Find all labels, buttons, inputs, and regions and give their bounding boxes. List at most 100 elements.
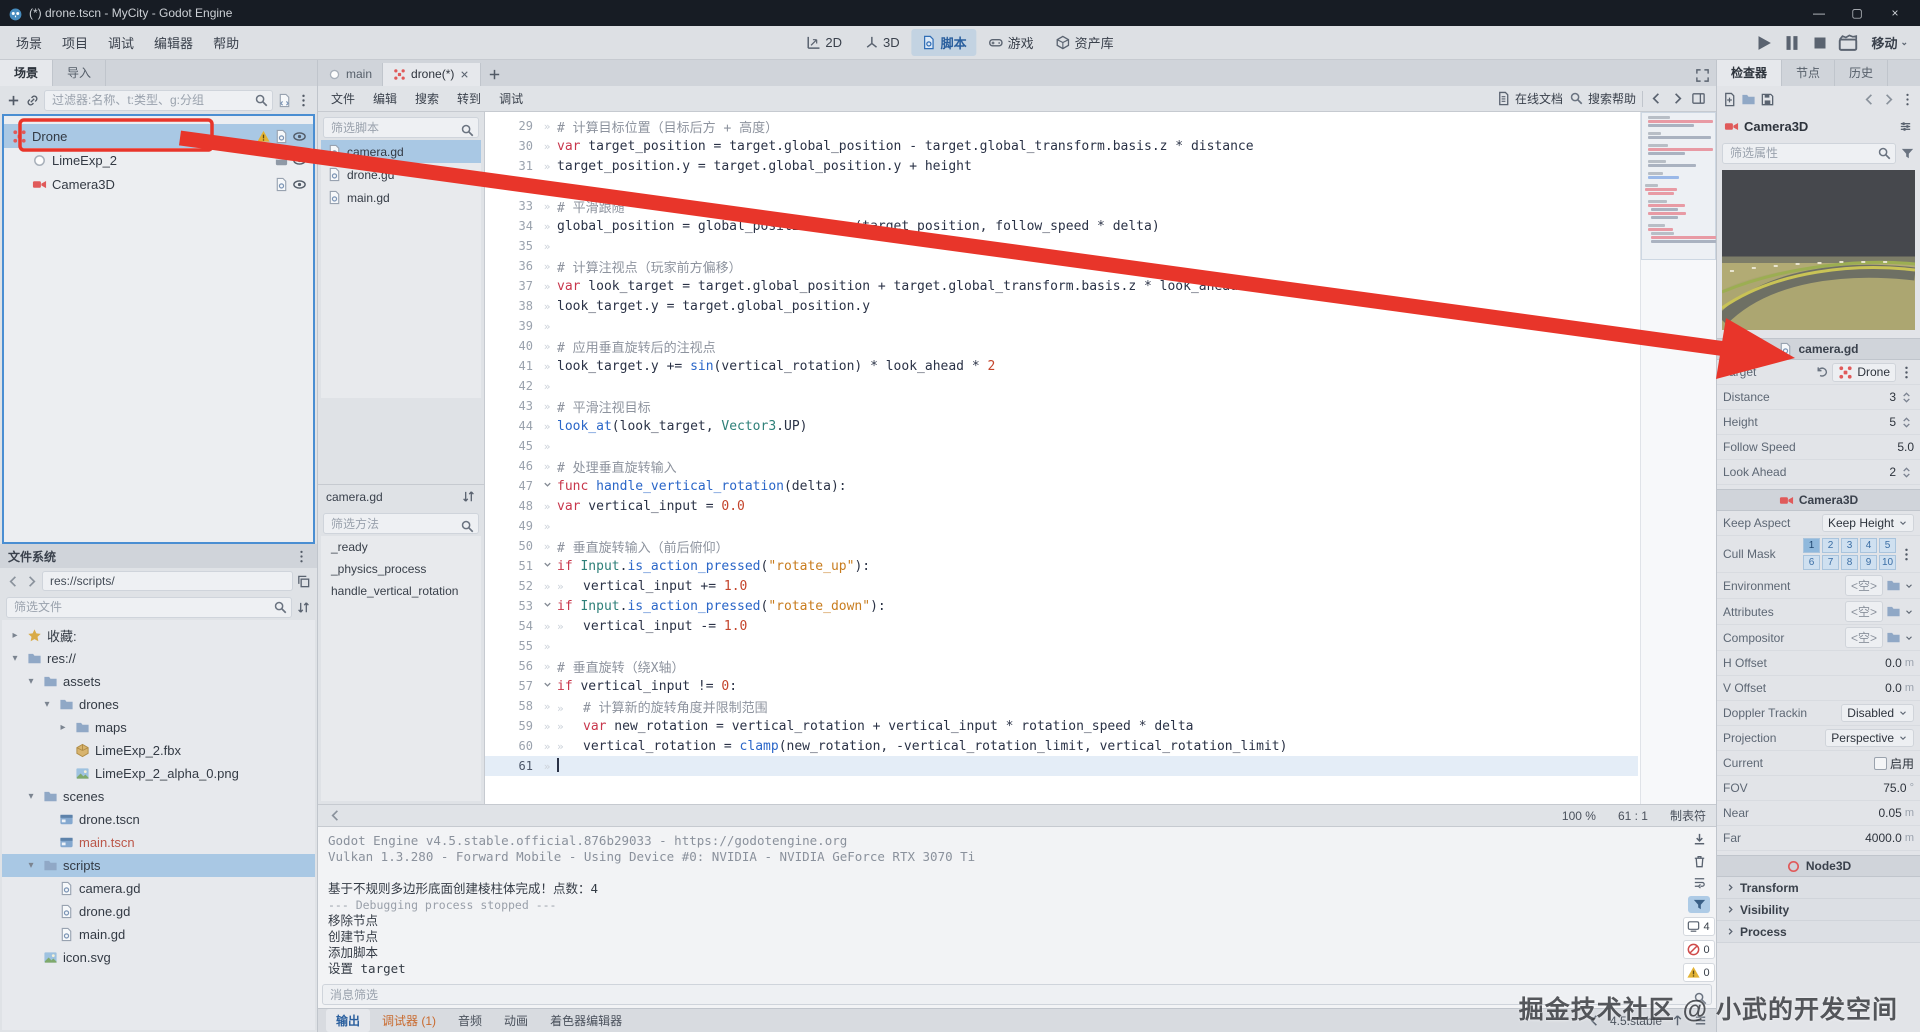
code-line-30[interactable]: 30 » var target_position = target.global…: [485, 136, 1638, 156]
code-line-58[interactable]: 58 » » # 计算新的旋转角度并限制范围: [485, 696, 1638, 716]
dock-tab-inspector[interactable]: 检查器: [1717, 60, 1783, 86]
search-help-button[interactable]: 搜索帮助: [1569, 90, 1636, 107]
instance-icon[interactable]: [274, 153, 289, 168]
script-forward-icon[interactable]: [1670, 91, 1685, 106]
maximize-button[interactable]: ▢: [1840, 3, 1874, 23]
mask-layer-3[interactable]: 3: [1841, 538, 1858, 553]
workspace-script[interactable]: 脚本: [911, 29, 977, 56]
save-resource-icon[interactable]: [1760, 92, 1775, 107]
mask-layer-4[interactable]: 4: [1860, 538, 1877, 553]
script-item-camera-gd[interactable]: camera.gd: [321, 140, 481, 163]
sort-files-icon[interactable]: [296, 600, 311, 615]
value-field[interactable]: 0.0: [1885, 656, 1902, 670]
script-icon[interactable]: [274, 177, 289, 192]
version-label[interactable]: 4.5.stable: [1610, 1014, 1662, 1028]
camera3d-section-header[interactable]: Camera3D: [1717, 489, 1920, 511]
dropdown-field[interactable]: Keep Height: [1821, 514, 1914, 532]
script-menu-goto[interactable]: 转到: [448, 87, 490, 110]
warning-count-badge[interactable]: 0: [1683, 963, 1715, 982]
mask-layer-6[interactable]: 6: [1803, 555, 1820, 570]
filter-properties-input[interactable]: [1722, 142, 1896, 164]
fs-item-drones[interactable]: ▾ drones: [2, 693, 315, 716]
filesystem-filter-input[interactable]: [6, 596, 292, 618]
expand-bottom-panel-icon[interactable]: [1670, 1013, 1685, 1028]
close-button[interactable]: ×: [1878, 3, 1912, 23]
filter-methods-input[interactable]: [323, 513, 479, 534]
value-field[interactable]: 5.0: [1897, 440, 1914, 454]
fs-item-icon-svg[interactable]: icon.svg: [2, 946, 315, 969]
code-line-29[interactable]: 29 » # 计算目标位置（目标后方 + 高度）: [485, 116, 1638, 136]
chevron-down-icon[interactable]: [1904, 633, 1914, 643]
renderer-dropdown[interactable]: 移动 ⌄: [1865, 30, 1914, 55]
workspace-assetlib[interactable]: 资产库: [1046, 29, 1124, 56]
fold-arrow-icon[interactable]: ▾: [24, 860, 38, 871]
script-item-drone-gd[interactable]: drone.gd: [321, 163, 481, 186]
menu-project[interactable]: 项目: [52, 29, 98, 56]
node-tools-icon[interactable]: [1898, 119, 1913, 134]
scene-node-camera3d[interactable]: Camera3D: [4, 172, 313, 196]
fold-arrow-icon[interactable]: ▾: [40, 699, 54, 710]
fs-item-limeexp-2-alpha-0-png[interactable]: LimeExp_2_alpha_0.png: [2, 762, 315, 785]
fold-arrow-icon[interactable]: [542, 559, 553, 570]
code-line-54[interactable]: 54 » » vertical_input -= 1.0: [485, 616, 1638, 636]
clear-output-icon[interactable]: [1688, 853, 1710, 871]
code-line-37[interactable]: 37 » var look_target = target.global_pos…: [485, 276, 1638, 296]
dots-icon[interactable]: [1899, 365, 1914, 380]
mask-layer-7[interactable]: 7: [1822, 555, 1839, 570]
fold-arrow-icon[interactable]: [542, 679, 553, 690]
value-field[interactable]: 2: [1889, 465, 1896, 479]
fs-item-收藏[interactable]: ▸ 收藏:: [2, 624, 315, 647]
new-scene-tab-icon[interactable]: [487, 67, 502, 82]
scene-filter-input[interactable]: [44, 89, 273, 111]
menu-help[interactable]: 帮助: [203, 29, 249, 56]
method-item-ready[interactable]: _ready: [321, 536, 481, 558]
code-line-57[interactable]: 57 if vertical_input != 0:: [485, 676, 1638, 696]
close-tab-icon[interactable]: [459, 69, 470, 80]
filter-messages-icon[interactable]: [1688, 895, 1710, 913]
collapse-panel-icon[interactable]: [1587, 1013, 1602, 1028]
code-line-43[interactable]: 43 » # 平滑注视目标: [485, 396, 1638, 416]
dropdown-field[interactable]: Disabled: [1841, 704, 1914, 722]
code-line-47[interactable]: 47 func handle_vertical_rotation(delta):: [485, 476, 1638, 496]
fs-item-drone-tscn[interactable]: drone.tscn: [2, 808, 315, 831]
code-line-31[interactable]: 31 » target_position.y = target.global_p…: [485, 156, 1638, 176]
code-line-40[interactable]: 40 » # 应用垂直旋转后的注视点: [485, 336, 1638, 356]
code-line-49[interactable]: 49 »: [485, 516, 1638, 536]
eye-icon[interactable]: [292, 153, 307, 168]
script-icon[interactable]: [274, 129, 289, 144]
inspector-menu-icon[interactable]: [1900, 92, 1915, 107]
current-path-field[interactable]: res://scripts/: [42, 571, 293, 591]
group-process[interactable]: Process: [1717, 921, 1920, 943]
bottom-panel-menu-icon[interactable]: [1693, 1013, 1708, 1028]
value-field[interactable]: 3: [1889, 390, 1896, 404]
code-line-36[interactable]: 36 » # 计算注视点（玩家前方偏移）: [485, 256, 1638, 276]
bottom-tab-shader-editor[interactable]: 着色器编辑器: [540, 1009, 632, 1032]
code-line-33[interactable]: 33 » # 平滑跟随: [485, 196, 1638, 216]
dropdown-field[interactable]: Perspective: [1825, 729, 1914, 747]
movie-mode-button[interactable]: [1837, 32, 1859, 54]
menu-debug[interactable]: 调试: [98, 29, 144, 56]
zoom-level[interactable]: 100 %: [1562, 809, 1596, 823]
code-line-39[interactable]: 39 »: [485, 316, 1638, 336]
inspector-forward-icon[interactable]: [1881, 92, 1896, 107]
code-line-45[interactable]: 45 »: [485, 436, 1638, 456]
fs-item-camera-gd[interactable]: camera.gd: [2, 877, 315, 900]
online-docs-button[interactable]: 在线文档: [1496, 90, 1563, 107]
value-field[interactable]: 0.05: [1878, 806, 1901, 820]
code-minimap[interactable]: [1640, 112, 1716, 804]
code-line-50[interactable]: 50 » # 垂直旋转输入（前后俯仰）: [485, 536, 1638, 556]
dock-tab-node[interactable]: 节点: [1782, 60, 1836, 86]
fs-item-main-gd[interactable]: main.gd: [2, 923, 315, 946]
value-field[interactable]: 5: [1889, 415, 1896, 429]
revert-icon[interactable]: [1814, 365, 1829, 380]
warn-icon[interactable]: [256, 129, 271, 144]
fold-arrow-icon[interactable]: ▾: [24, 791, 38, 802]
node-path-field[interactable]: Drone: [1832, 362, 1896, 382]
code-line-55[interactable]: 55 »: [485, 636, 1638, 656]
toggle-scripts-panel-icon[interactable]: [1691, 91, 1706, 106]
fold-arrow-icon[interactable]: ▸: [8, 630, 22, 641]
pause-button[interactable]: [1781, 32, 1803, 54]
resource-field[interactable]: <空>: [1844, 575, 1883, 596]
add-node-icon[interactable]: [6, 93, 21, 108]
filter-options-icon[interactable]: [1900, 146, 1915, 161]
